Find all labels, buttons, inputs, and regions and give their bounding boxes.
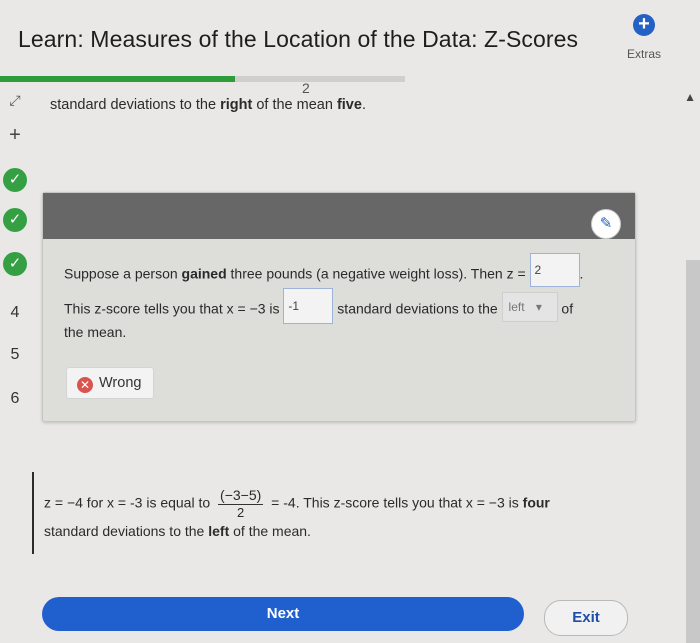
previous-explanation-line: standard deviations to the right of the … [50,97,366,113]
plus-circle-icon: + [633,14,655,36]
question-line-2: This z-score tells you that x = −3 is -1… [64,288,573,324]
pencil-icon[interactable]: ✎ [591,209,621,239]
question-6[interactable]: 6 [0,390,30,408]
add-icon[interactable]: + [0,124,30,147]
check-icon: ✓ [3,252,27,276]
question-line-1: Suppose a person gained three pounds (a … [64,253,583,287]
exit-button[interactable]: Exit [544,600,628,636]
question-1-check[interactable]: ✓ [0,168,30,192]
explanation-line-1: z = −4 for x = -3 is equal to (−3−5) 2 = … [44,487,550,520]
progress-fill [0,76,235,82]
question-4[interactable]: 4 [0,304,30,322]
expand-icon[interactable]: ⤢ [0,92,30,110]
next-button[interactable]: Next [42,597,524,631]
page-title: Learn: Measures of the Location of the D… [18,26,579,52]
question-3-check[interactable]: ✓ [0,252,30,276]
explanation-line-2: standard deviations to the left of the m… [44,523,311,539]
extras-label: Extras [626,47,661,61]
stray-fragment: 2 [302,80,310,96]
card-header: ✎ [43,193,635,239]
fraction: (−3−5) 2 [218,487,264,520]
explanation-block: z = −4 for x = -3 is equal to (−3−5) 2 = … [32,472,634,554]
direction-dropdown[interactable]: left ▾ [501,292,558,322]
question-5[interactable]: 5 [0,346,30,364]
scrollbar[interactable] [686,260,700,643]
collapse-arrow-icon[interactable]: ▲ [684,90,696,104]
sd-answer-input[interactable]: -1 [283,288,334,324]
chevron-down-icon: ▾ [535,300,542,314]
check-icon: ✓ [3,208,27,232]
progress-bar [0,76,405,82]
z-answer-input[interactable]: 2 [529,253,580,287]
question-2-check[interactable]: ✓ [0,208,30,232]
x-circle-icon: ✕ [77,377,93,393]
check-icon: ✓ [3,168,27,192]
question-line-3: the mean. [64,324,127,340]
extras-button[interactable]: + Extras [622,14,666,62]
wrong-feedback: ✕ Wrong [66,367,155,399]
